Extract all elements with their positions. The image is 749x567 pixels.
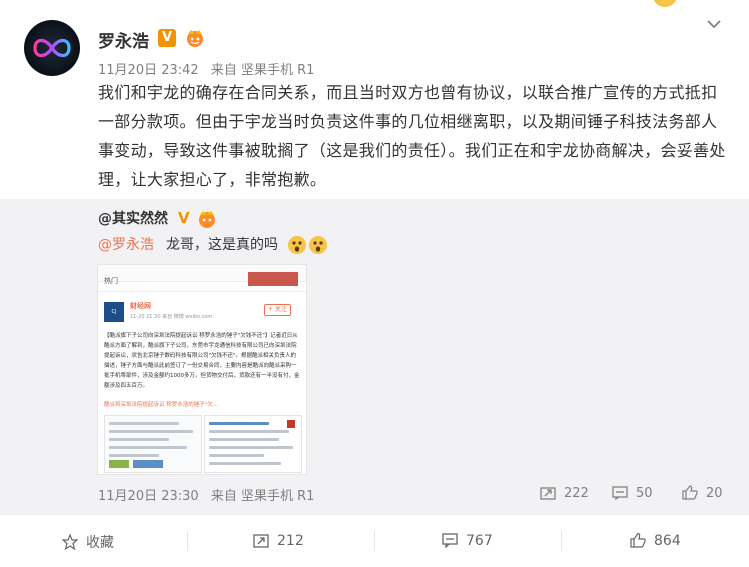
member-crown-icon: [187, 30, 203, 47]
image-link-text: 酷派将深圳法院提起诉讼 称罗永浩的锤子"欠...: [104, 402, 219, 408]
comment-count: 767: [466, 533, 493, 549]
image-account-name: 财经网: [130, 302, 151, 310]
repost-forward-action[interactable]: 222: [540, 485, 589, 501]
repost-author[interactable]: @其实然然: [98, 208, 168, 228]
like-button[interactable]: 864: [630, 532, 681, 549]
post-content: 我们和宇龙的确存在合同关系，而且当时双方也曾有协议，以联合推广宣传的方式抵扣一部…: [98, 83, 726, 189]
forward-icon: [540, 487, 556, 500]
toolbar-divider: [187, 531, 188, 551]
image-body-text: 【酷派旗下子公司向深圳法院提起诉讼 称罗永浩的锤子"欠钱不还"】记者近日从酷派方…: [104, 333, 300, 389]
image-tab-label: 热门: [104, 277, 118, 285]
post-source[interactable]: 坚果手机 R1: [241, 63, 314, 78]
source-prefix: 来自: [210, 63, 237, 78]
repost-comment-action[interactable]: 50: [612, 485, 653, 501]
image-panel-right: [204, 415, 302, 473]
image-follow-button: + 关注: [264, 304, 291, 316]
toolbar-divider: [374, 531, 375, 551]
chevron-down-icon[interactable]: [706, 18, 722, 30]
favorite-label: 收藏: [86, 535, 114, 551]
verified-badge-icon: V: [158, 29, 176, 47]
avatar[interactable]: [24, 20, 80, 76]
attached-image[interactable]: 热门 CJ 财经网 11-20 21:30 来自 微博 weibo.com + …: [98, 265, 306, 474]
post-timestamp[interactable]: 11月20日 23:42: [98, 63, 199, 78]
verified-v-icon: V: [178, 209, 190, 227]
image-account-time: 11-20 21:30 来自 微博 weibo.com: [130, 314, 213, 320]
like-count: 864: [654, 533, 681, 549]
repost-source-prefix: 来自: [210, 489, 237, 504]
comment-icon: [442, 533, 458, 549]
image-divider: [98, 291, 306, 292]
member-crown-icon: [199, 211, 215, 228]
thumbs-up-icon: [682, 485, 698, 500]
repost-like-count: 20: [706, 486, 723, 501]
action-toolbar: 收藏 212 767 864: [0, 514, 749, 567]
mention-link[interactable]: @罗永浩: [98, 237, 154, 253]
repost-like-action[interactable]: 20: [682, 485, 723, 501]
shocked-emoji-icon: [288, 236, 327, 254]
weibo-card: 罗永浩 V 11月20日 23:42 来自 坚果手机 R1 我们和宇龙的确存在合…: [0, 0, 749, 567]
emoji-decoration-icon: [653, 0, 677, 7]
thumbs-up-icon: [630, 532, 646, 548]
reposted-weibo: @其实然然 V @罗永浩 龙哥，这是真的吗 热门 CJ 财经网 11-20 21:: [0, 199, 749, 514]
author-name[interactable]: 罗永浩: [98, 27, 149, 52]
repost-comment-count: 50: [636, 486, 653, 501]
repost-text: @罗永浩 龙哥，这是真的吗: [98, 234, 278, 254]
repost-message: 龙哥，这是真的吗: [166, 237, 278, 253]
repost-meta: 11月20日 23:30 来自 坚果手机 R1: [98, 485, 314, 504]
forward-icon: [253, 534, 269, 548]
repost-timestamp[interactable]: 11月20日 23:30: [98, 489, 199, 504]
repost-source[interactable]: 坚果手机 R1: [241, 489, 314, 504]
comment-icon: [612, 486, 628, 500]
comment-button[interactable]: 767: [442, 532, 493, 549]
post-meta: 11月20日 23:42 来自 坚果手机 R1: [98, 59, 314, 78]
caijing-logo-icon: CJ: [104, 302, 124, 322]
image-banner: [248, 272, 298, 286]
favorite-button[interactable]: 收藏: [61, 532, 114, 552]
infinity-logo-icon: [33, 38, 71, 58]
toolbar-divider: [561, 531, 562, 551]
forward-count: 212: [277, 533, 304, 549]
image-panel-left: [104, 415, 202, 473]
star-icon: [61, 533, 79, 551]
repost-forward-count: 222: [564, 486, 589, 501]
forward-button[interactable]: 212: [253, 532, 304, 549]
